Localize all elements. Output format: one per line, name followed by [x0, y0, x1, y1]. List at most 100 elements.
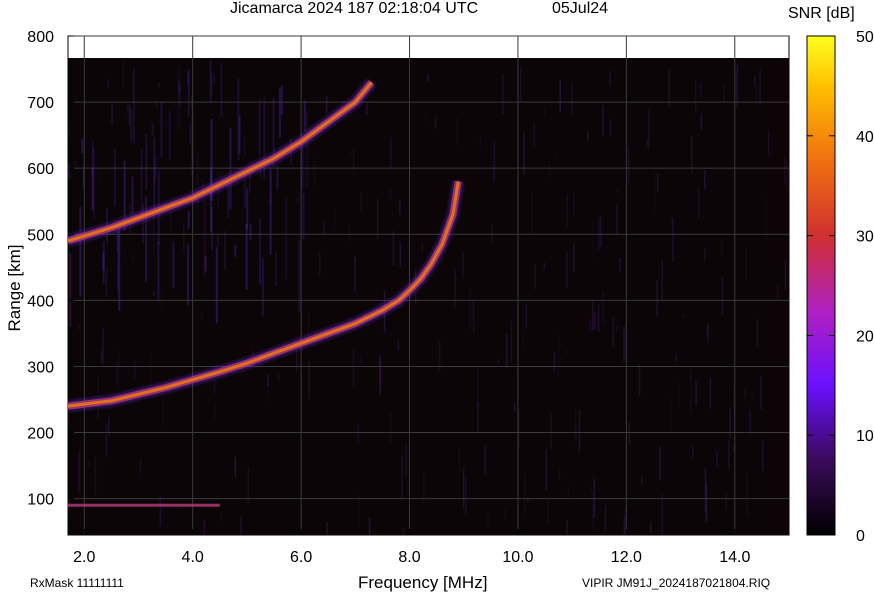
noise-streak: [592, 491, 594, 530]
x-tick-label: 14.0: [719, 549, 750, 566]
noise-streak: [704, 170, 706, 190]
noise-streak: [756, 319, 759, 347]
noise-streak: [487, 511, 489, 528]
colorbar-tick-label: 0: [856, 528, 865, 545]
x-tick-label: 4.0: [182, 549, 204, 566]
noise-streak: [706, 324, 709, 335]
noise-streak: [276, 166, 279, 189]
noise-streak: [697, 187, 700, 219]
noise-streak: [296, 196, 299, 204]
noise-streak: [280, 85, 283, 115]
noise-streak: [534, 263, 536, 290]
noise-streak: [127, 105, 129, 111]
noise-streak: [609, 70, 611, 87]
noise-streak: [140, 149, 143, 216]
noise-streak: [390, 137, 392, 168]
noise-streak: [368, 517, 371, 535]
noise-streak: [553, 351, 556, 373]
noise-streak: [267, 374, 269, 387]
noise-streak: [458, 448, 461, 470]
noise-streak: [249, 224, 252, 240]
noise-streak: [656, 280, 658, 317]
noise-streak: [78, 325, 80, 330]
noise-streak: [424, 116, 426, 123]
noise-streak: [749, 409, 751, 436]
noise-streak: [692, 446, 694, 459]
noise-streak: [721, 236, 723, 256]
y-tick-label: 300: [27, 359, 54, 376]
noise-streak: [238, 115, 241, 154]
plot-background: [68, 58, 789, 535]
noise-streak: [258, 218, 261, 284]
noise-streak: [573, 193, 575, 215]
noise-streak: [616, 204, 618, 234]
noise-streak: [745, 247, 747, 280]
noise-streak: [392, 231, 395, 266]
noise-streak: [158, 82, 160, 87]
noise-streak: [682, 314, 684, 319]
noise-streak: [397, 340, 400, 351]
noise-streak: [399, 200, 401, 215]
colorbar-tick-label: 10: [856, 428, 874, 445]
noise-streak: [716, 450, 718, 468]
colorbar-tick-label: 20: [856, 328, 874, 345]
noise-streak: [68, 120, 71, 141]
noise-streak: [165, 113, 168, 134]
noise-streak: [545, 449, 547, 490]
noise-streak: [493, 142, 495, 182]
noise-streak: [599, 215, 602, 247]
noise-streak: [240, 516, 242, 535]
noise-streak: [359, 357, 362, 364]
noise-streak: [627, 146, 630, 183]
noise-streak: [187, 244, 190, 306]
noise-streak: [124, 252, 126, 263]
noise-streak: [172, 241, 175, 289]
noise-streak: [405, 443, 407, 477]
noise-streak: [150, 139, 152, 154]
noise-streak: [675, 353, 678, 362]
noise-streak: [390, 413, 392, 443]
noise-streak: [547, 498, 549, 524]
y-tick-label: 600: [27, 161, 54, 178]
noise-streak: [98, 168, 101, 181]
noise-streak: [352, 147, 355, 175]
noise-streak: [220, 514, 222, 523]
noise-streak: [751, 391, 753, 403]
noise-streak: [78, 451, 80, 493]
noise-streak: [326, 522, 328, 535]
noise-streak: [597, 303, 600, 333]
noise-streak: [592, 300, 594, 331]
noise-streak: [571, 83, 573, 116]
noise-streak: [213, 379, 216, 394]
noise-streak: [68, 164, 70, 179]
noise-streak: [497, 358, 500, 364]
noise-streak: [366, 101, 368, 115]
noise-streak: [623, 516, 626, 535]
noise-streak: [105, 269, 108, 297]
noise-streak: [690, 369, 692, 413]
noise-streak: [79, 206, 82, 297]
noise-streak: [130, 109, 132, 143]
noise-streak: [224, 231, 226, 270]
noise-streak: [153, 137, 156, 211]
x-tick-label: 12.0: [611, 549, 642, 566]
x-tick-label: 8.0: [398, 549, 420, 566]
noise-streak: [566, 519, 568, 535]
noise-streak: [170, 212, 172, 236]
noise-streak: [187, 210, 190, 230]
noise-streak: [609, 119, 612, 137]
noise-streak: [177, 66, 180, 131]
noise-streak: [656, 173, 659, 193]
x-tick-label: 6.0: [290, 549, 312, 566]
noise-streak: [650, 522, 652, 533]
noise-streak: [360, 193, 362, 212]
noise-streak: [590, 486, 592, 492]
noise-streak: [573, 243, 575, 272]
noise-streak: [776, 285, 779, 301]
noise-streak: [661, 260, 663, 300]
noise-streak: [261, 257, 264, 317]
noise-streak: [107, 79, 110, 87]
noise-streak: [525, 304, 527, 329]
noise-streak: [761, 440, 764, 471]
noise-streak: [151, 123, 154, 136]
